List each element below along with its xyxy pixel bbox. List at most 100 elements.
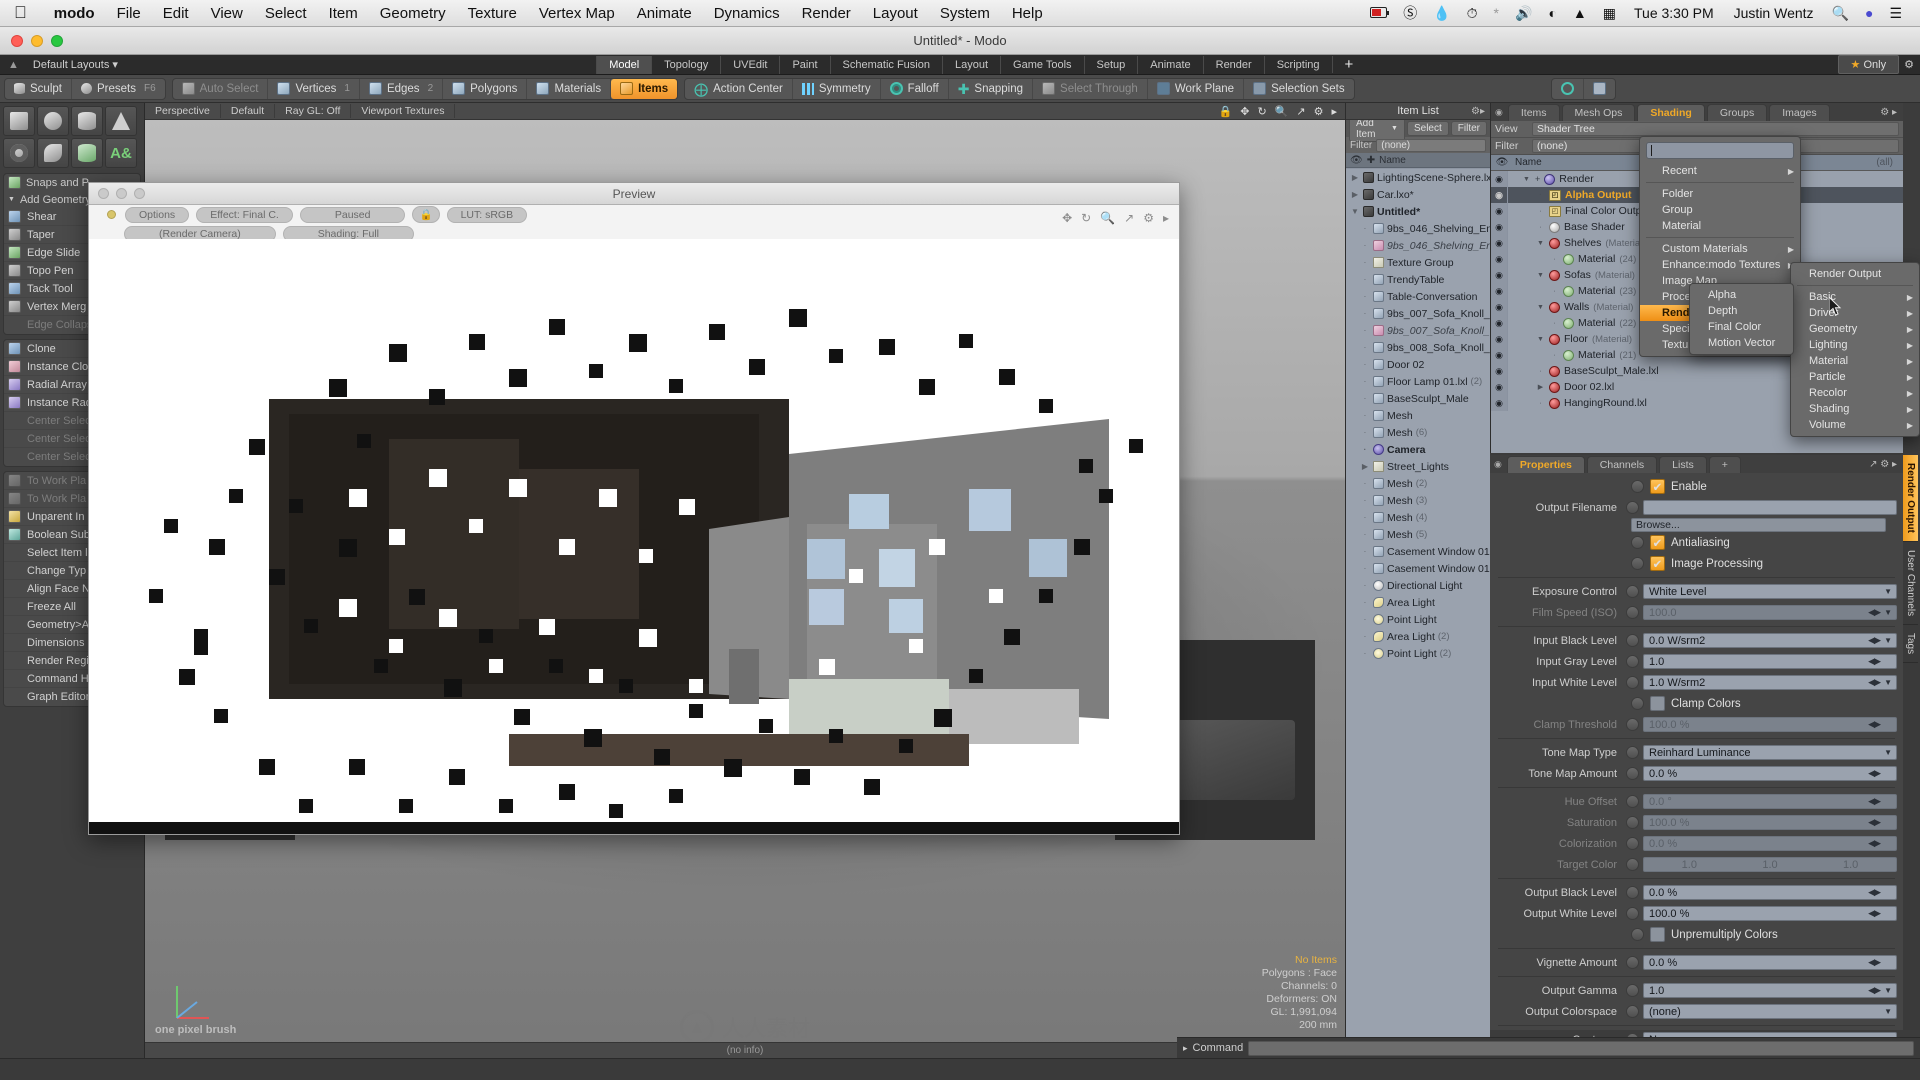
channel-knob[interactable] [1626, 956, 1639, 969]
tree-twisty-icon[interactable]: · [1536, 400, 1545, 407]
checkbox[interactable]: ✔ [1650, 479, 1665, 494]
submenu-item-depth[interactable]: Depth [1690, 303, 1793, 319]
tree-twisty-icon[interactable]: · [1360, 309, 1370, 318]
item-list-row[interactable]: · Directional Light [1346, 577, 1490, 594]
tab-game-tools[interactable]: Game Tools [1000, 55, 1084, 74]
item-list-row[interactable]: · Door 02 [1346, 356, 1490, 373]
tree-twisty-icon[interactable]: · [1360, 632, 1370, 641]
menu-texture[interactable]: Texture [457, 5, 528, 22]
property-row[interactable]: Output White Level 100.0 % ◀▶ [1490, 903, 1903, 924]
item-list-row[interactable]: ▼ Untitled* [1346, 203, 1490, 220]
item-list-tree[interactable]: ▶ LightingScene-Sphere.lxo* ▶ Car.lxo* ▼ Unti… [1346, 169, 1490, 1058]
auto-select-button[interactable]: Auto Select [173, 78, 269, 99]
torus-tool-button[interactable] [3, 138, 35, 168]
vertices-button[interactable]: Vertices 1 [268, 78, 360, 99]
item-list-row[interactable]: ·Casement Window 01.lxl(2) [1346, 543, 1490, 560]
tab-groups[interactable]: Groups [1706, 103, 1768, 121]
only-toggle-button[interactable]: ★ Only [1837, 55, 1900, 74]
user-name-label[interactable]: Justin Wentz [1724, 5, 1824, 21]
property-field[interactable]: 0.0 % ◀▶ [1643, 766, 1897, 781]
preview-options-button[interactable]: Options [125, 206, 190, 223]
submenu-item-material[interactable]: Material ▶ [1791, 353, 1919, 369]
tree-twisty-icon[interactable]: · [1550, 320, 1559, 327]
menu-item-enhance-modo-textures[interactable]: Enhance:modo Textures▶ [1640, 257, 1800, 273]
tree-twisty-icon[interactable]: · [1536, 368, 1545, 375]
side-tab-user-channels[interactable]: User Channels [1903, 542, 1918, 626]
command-input[interactable] [1248, 1040, 1914, 1056]
select-through-button[interactable]: Select Through [1033, 78, 1148, 99]
tree-twisty-icon[interactable]: · [1550, 352, 1559, 359]
channel-knob[interactable] [1626, 501, 1639, 514]
tree-twisty-icon[interactable]: ▶ [1350, 190, 1360, 199]
submenu-item-motion-vector[interactable]: Motion Vector [1690, 335, 1793, 351]
text-tool-button[interactable]: A& [105, 138, 137, 168]
preview-lock-button[interactable]: 🔒 [412, 206, 440, 223]
channel-knob[interactable] [1631, 928, 1644, 941]
checkbox[interactable] [1650, 696, 1665, 711]
visibility-toggle-icon[interactable]: ◉ [1491, 379, 1508, 395]
item-list-row[interactable]: · Floor Lamp 01.lxl (2) [1346, 373, 1490, 390]
item-list-row[interactable]: · 9bs_008_Sofa_Knoll_Double [1346, 339, 1490, 356]
item-list-row[interactable]: · 9bs_046_Shelving_Enam [1346, 220, 1490, 237]
cylinder-tool-button[interactable] [71, 106, 103, 136]
item-list-row[interactable]: ▶ Street_Lights [1346, 458, 1490, 475]
tree-twisty-icon[interactable]: ▼ [1536, 240, 1545, 247]
viewport-perspective-button[interactable]: Perspective [145, 104, 221, 118]
spinner-icon[interactable]: ◀▶ [1868, 635, 1881, 646]
tree-twisty-icon[interactable]: · [1360, 275, 1370, 284]
tree-twisty-icon[interactable]: · [1360, 224, 1370, 233]
property-field[interactable]: (none) ▼ [1643, 1004, 1897, 1019]
tree-twisty-icon[interactable]: · [1360, 547, 1370, 556]
property-color-row[interactable]: Target Color 1.0 1.0 1.0 [1490, 854, 1903, 875]
spiral-tool-button[interactable] [37, 138, 69, 168]
tree-twisty-icon[interactable]: · [1360, 615, 1370, 624]
selection-sets-button[interactable]: Selection Sets [1244, 79, 1354, 99]
chevron-down-icon[interactable]: ▼ [1884, 986, 1892, 995]
tree-twisty-icon[interactable]: · [1360, 394, 1370, 403]
chevron-down-icon[interactable]: ▼ [1884, 587, 1892, 596]
snapping-button[interactable]: ✚ Snapping [949, 78, 1034, 99]
tree-twisty-icon[interactable]: · [1360, 513, 1370, 522]
item-list-row[interactable]: · 9bs_007_Sofa_Knoll_Single [1346, 305, 1490, 322]
item-list-row[interactable]: ·9bs_046_Shelving_Enam(2) [1346, 237, 1490, 254]
tree-twisty-icon[interactable]: ▼ [1522, 176, 1531, 183]
channel-knob[interactable] [1626, 718, 1639, 731]
property-field[interactable]: 0.0 W/srm2 ◀▶ ▼ [1643, 633, 1897, 648]
checkbox[interactable]: ✔ [1650, 535, 1665, 550]
property-field[interactable]: 1.0 ◀▶ ▼ [1643, 983, 1897, 998]
spinner-icon[interactable]: ◀▶ [1868, 796, 1881, 807]
preview-lut-button[interactable]: LUT: sRGB [446, 206, 528, 223]
dropbox-icon[interactable]: Ⓢ [1395, 3, 1425, 23]
item-list-row[interactable]: · Mesh [1346, 407, 1490, 424]
tree-twisty-icon[interactable]: ▼ [1536, 272, 1545, 279]
spinner-icon[interactable]: ◀▶ [1868, 887, 1881, 898]
tree-twisty-icon[interactable]: · [1550, 256, 1559, 263]
property-row[interactable]: Vignette Amount 0.0 % ◀▶ [1490, 952, 1903, 973]
submenu-item-volume[interactable]: Volume ▶ [1791, 417, 1919, 433]
item-list-row[interactable]: · Mesh (3) [1346, 492, 1490, 509]
channel-knob[interactable] [1626, 816, 1639, 829]
item-list-row[interactable]: · BaseSculpt_Male [1346, 390, 1490, 407]
submenu-item-lighting[interactable]: Lighting ▶ [1791, 337, 1919, 353]
visibility-toggle-icon[interactable]: ◉ [1491, 347, 1508, 363]
presets-button[interactable]: Presets F6 [72, 79, 165, 99]
items-button[interactable]: Items [611, 78, 678, 99]
preview-paused-button[interactable]: Paused [299, 206, 406, 223]
item-list-row[interactable]: ▶ Car.lxo* [1346, 186, 1490, 203]
property-row[interactable]: Input White Level 1.0 W/srm2 ◀▶ ▼ [1490, 672, 1903, 693]
tree-twisty-icon[interactable]: · [1360, 479, 1370, 488]
property-field[interactable]: 0.0 % ◀▶ [1643, 955, 1897, 970]
property-checkbox-row[interactable]: ✔ Image Processing [1490, 553, 1903, 574]
property-checkbox-row[interactable]: Clamp Colors [1490, 693, 1903, 714]
submenu-item-shading[interactable]: Shading ▶ [1791, 401, 1919, 417]
property-checkbox-row[interactable]: ✔ Antialiasing [1490, 532, 1903, 553]
submenu-item-alpha[interactable]: Alpha [1690, 287, 1793, 303]
property-field[interactable]: 100.0 ◀▶ ▼ [1643, 605, 1897, 620]
submenu-item-recolor[interactable]: Recolor ▶ [1791, 385, 1919, 401]
sculpt-button[interactable]: Sculpt [5, 78, 72, 99]
preview-window[interactable]: Preview Options Effect: Final C. Paused … [88, 182, 1180, 835]
move-icon[interactable]: ✥ [1062, 211, 1072, 225]
chevron-down-icon[interactable]: ▼ [1884, 636, 1892, 645]
item-list-row[interactable]: · TrendyTable [1346, 271, 1490, 288]
gear-icon[interactable]: ⚙ [1904, 58, 1914, 71]
